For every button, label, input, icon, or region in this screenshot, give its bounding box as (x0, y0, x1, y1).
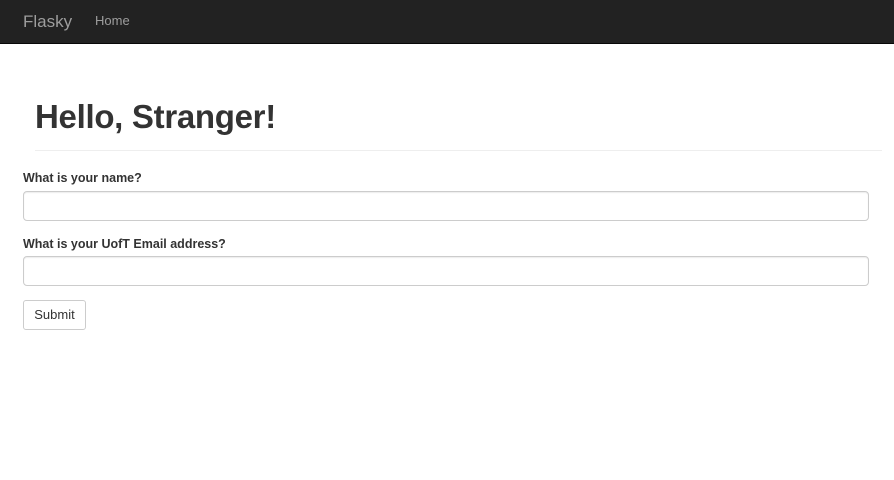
name-label: What is your name? (23, 171, 142, 185)
submit-button[interactable]: Submit (23, 300, 86, 330)
page-header: Hello, Stranger! (35, 97, 882, 151)
email-input[interactable] (23, 256, 869, 286)
page-title: Hello, Stranger! (35, 98, 276, 135)
nav-link-home[interactable]: Home (95, 13, 130, 29)
navbar: Flasky Home (0, 0, 894, 44)
navbar-brand[interactable]: Flasky (23, 11, 72, 32)
email-label: What is your UofT Email address? (23, 237, 226, 251)
name-input[interactable] (23, 191, 869, 221)
